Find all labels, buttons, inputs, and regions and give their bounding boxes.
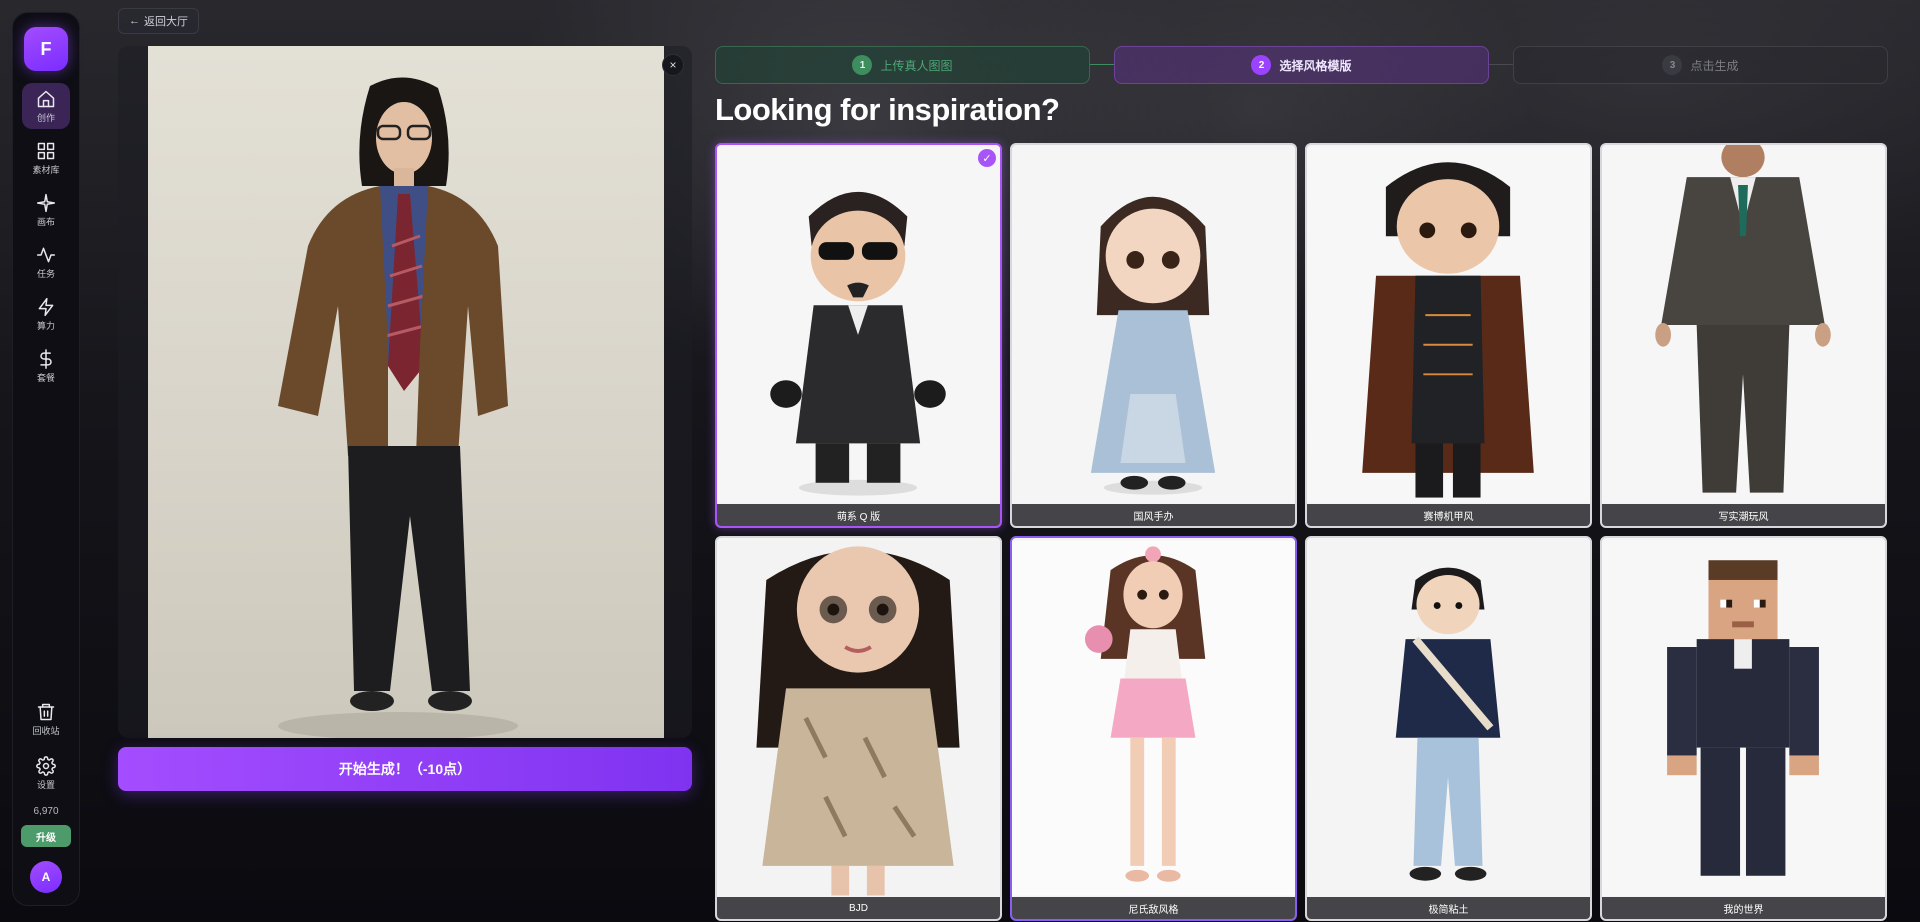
remove-photo-button[interactable]: ×	[662, 54, 684, 76]
sidebar-item-assets[interactable]: 素材库	[22, 135, 70, 181]
sidebar-item-label: 回收站	[32, 725, 60, 736]
gear-icon	[36, 755, 56, 776]
lightning-icon	[38, 297, 54, 316]
avatar[interactable]: A	[30, 861, 62, 893]
bjd-doll-image	[717, 540, 1000, 896]
back-button-label: 返回大厅	[144, 16, 188, 28]
step-label: 上传真人图图	[880, 58, 953, 73]
sidebar: F 创作 素材库 画布 任务 算力 套餐 回收站 设置 6,970 升级 A	[12, 12, 80, 906]
activity-icon	[36, 247, 56, 262]
disney-style-figure-image	[1012, 540, 1295, 896]
style-card-disney[interactable]: 尼氏敌风格	[1010, 536, 1297, 921]
step-generate[interactable]: 3 点击生成	[1513, 46, 1888, 84]
start-generate-button[interactable]: 开始生成！（-10点）	[118, 747, 692, 791]
step-number: 2	[1251, 55, 1272, 75]
credits-count: 6,970	[33, 806, 59, 817]
uploaded-photo	[148, 46, 664, 738]
style-card-label: 写实潮玩风	[1602, 504, 1885, 526]
person-photo-illustration	[278, 77, 518, 738]
step-number: 1	[852, 55, 873, 75]
step-number: 3	[1662, 55, 1683, 75]
cyber-mecha-figure-image	[1307, 147, 1590, 503]
style-card-label: 国风手办	[1012, 504, 1295, 526]
style-card-label: 赛博机甲风	[1307, 504, 1590, 526]
app-logo[interactable]: F	[24, 27, 68, 71]
minecraft-figure-image	[1602, 540, 1885, 896]
realistic-trendy-figure-image	[1602, 145, 1885, 503]
grid-icon	[37, 142, 55, 159]
style-card-minimal-clay[interactable]: 极简粘土	[1305, 536, 1592, 921]
style-card-minecraft[interactable]: 我的世界	[1600, 536, 1887, 921]
dollar-icon	[40, 348, 52, 369]
style-card-label: 萌系 Q 版	[717, 504, 1000, 526]
style-card-guofeng-figure[interactable]: 国风手办	[1010, 143, 1297, 528]
step-label: 选择风格模版	[1279, 58, 1352, 73]
guofeng-figure-image	[1012, 147, 1295, 503]
progress-steps: 1 上传真人图图 2 选择风格模版 3 点击生成	[715, 46, 1892, 84]
sidebar-nav: 创作 素材库 画布 任务 算力 套餐	[22, 83, 70, 389]
sidebar-item-settings[interactable]: 设置	[22, 750, 70, 796]
sidebar-bottom: 回收站 设置 6,970 升级 A	[21, 696, 71, 893]
sidebar-item-label: 套餐	[36, 372, 55, 383]
home-icon	[37, 90, 55, 107]
arrow-left-icon: ←	[129, 15, 140, 27]
chibi-figure-image	[717, 147, 1000, 503]
uploaded-photo-panel	[118, 46, 692, 738]
style-card-label: 我的世界	[1602, 897, 1885, 919]
sidebar-item-label: 任务	[36, 268, 55, 279]
sidebar-item-canvas[interactable]: 画布	[22, 187, 70, 233]
page-heading: Looking for inspiration?	[715, 92, 1060, 127]
selected-check-icon: ✓	[978, 149, 996, 167]
upgrade-button[interactable]: 升级	[21, 825, 71, 847]
style-card-label: 极简粘土	[1307, 897, 1590, 919]
sidebar-item-plans[interactable]: 套餐	[22, 343, 70, 389]
sidebar-item-label: 算力	[36, 320, 55, 331]
style-template-grid: ✓ 萌系 Q 版 国风手办 赛博机甲风 写实潮玩风 BJD 尼氏敌风格 极简粘土…	[715, 143, 1889, 921]
style-card-label: 尼氏敌风格	[1012, 897, 1295, 919]
style-card-realistic-trendy[interactable]: 写实潮玩风	[1600, 143, 1887, 528]
style-card-cyber-mecha[interactable]: 赛博机甲风	[1305, 143, 1592, 528]
sidebar-item-label: 素材库	[32, 164, 60, 175]
step-label: 点击生成	[1690, 58, 1739, 73]
step-select-style[interactable]: 2 选择风格模版	[1114, 46, 1489, 84]
style-card-label: BJD	[717, 897, 1000, 919]
sidebar-item-label: 画布	[36, 216, 55, 227]
style-card-bjd[interactable]: BJD	[715, 536, 1002, 921]
step-upload[interactable]: 1 上传真人图图	[715, 46, 1090, 84]
back-to-lobby-button[interactable]: ← 返回大厅	[118, 8, 199, 34]
sidebar-item-tasks[interactable]: 任务	[22, 239, 70, 285]
step-connector	[1489, 64, 1513, 65]
sidebar-item-trash[interactable]: 回收站	[22, 696, 70, 742]
sidebar-item-create[interactable]: 创作	[22, 83, 70, 129]
minimal-clay-figure-image	[1307, 540, 1590, 896]
trash-icon	[37, 703, 55, 720]
step-connector	[1090, 64, 1114, 65]
sparkle-icon	[36, 193, 56, 212]
sidebar-item-label: 设置	[36, 779, 55, 790]
sidebar-item-compute[interactable]: 算力	[22, 291, 70, 337]
style-card-cute-chibi[interactable]: ✓ 萌系 Q 版	[715, 143, 1002, 528]
sidebar-item-label: 创作	[36, 112, 55, 123]
